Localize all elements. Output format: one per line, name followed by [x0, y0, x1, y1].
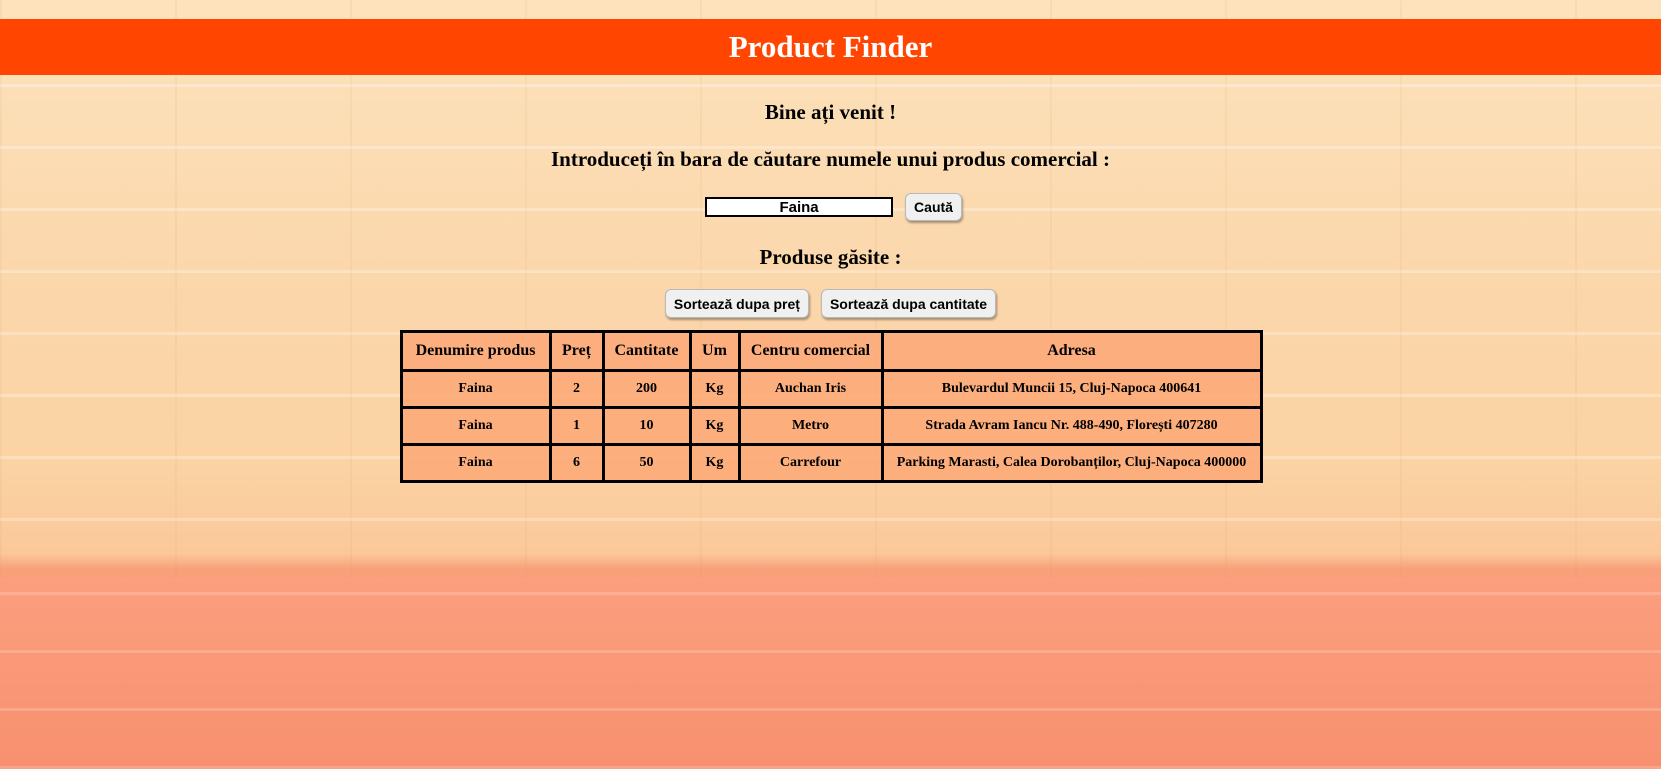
search-input[interactable]: [705, 197, 894, 217]
cell-price: 1: [548, 406, 605, 446]
cell-quantity: 50: [601, 443, 692, 483]
cell-address: Parking Marasti, Calea Dorobanților, Clu…: [880, 443, 1263, 483]
cell-address: Strada Avram Iancu Nr. 488-490, Florești…: [880, 406, 1263, 446]
column-header-shopping-center: Centru comercial: [737, 330, 884, 372]
cell-quantity: 200: [601, 369, 692, 409]
main-content: Bine ați venit ! Introduceți în bara de …: [0, 75, 1661, 483]
column-header-product-name: Denumire produs: [399, 330, 552, 372]
table-row: Faina 6 50 Kg Carrefour Parking Marasti,…: [399, 443, 1263, 483]
column-header-quantity: Cantitate: [601, 330, 692, 372]
cell-price: 6: [548, 443, 605, 483]
page-title: Product Finder: [728, 29, 933, 64]
cell-shopping-center: Auchan Iris: [737, 369, 884, 409]
search-instructions: Introduceți în bara de căutare numele un…: [550, 147, 1111, 171]
cell-shopping-center: Metro: [737, 406, 884, 446]
cell-shopping-center: Carrefour: [737, 443, 884, 483]
sort-controls: Sortează dupa preț Sortează dupa cantita…: [0, 289, 1661, 318]
sort-by-price-button[interactable]: Sortează dupa preț: [664, 289, 809, 318]
table-row: Faina 1 10 Kg Metro Strada Avram Iancu N…: [399, 406, 1263, 446]
cell-quantity: 10: [601, 406, 692, 446]
column-header-price: Preț: [548, 330, 605, 372]
cell-unit: Kg: [688, 369, 741, 409]
cell-product-name: Faina: [399, 406, 552, 446]
results-table: Denumire produs Preț Cantitate Um Centru…: [399, 330, 1263, 483]
column-header-address: Adresa: [880, 330, 1263, 372]
table-header-row: Denumire produs Preț Cantitate Um Centru…: [399, 330, 1263, 372]
cell-address: Bulevardul Muncii 15, Cluj-Napoca 400641: [880, 369, 1263, 409]
sort-by-quantity-button[interactable]: Sortează dupa cantitate: [820, 289, 997, 318]
cell-product-name: Faina: [399, 369, 552, 409]
search-button[interactable]: Caută: [905, 193, 962, 221]
cell-price: 2: [548, 369, 605, 409]
table-row: Faina 2 200 Kg Auchan Iris Bulevardul Mu…: [399, 369, 1263, 409]
welcome-message: Bine ați venit !: [764, 100, 897, 124]
header-bar: Product Finder: [0, 19, 1661, 75]
wall-background-bottom: [0, 578, 1661, 769]
column-header-unit: Um: [688, 330, 741, 372]
cell-unit: Kg: [688, 406, 741, 446]
cell-product-name: Faina: [399, 443, 552, 483]
cell-unit: Kg: [688, 443, 741, 483]
results-title: Produse găsite :: [759, 245, 902, 269]
search-bar: Caută: [0, 192, 1661, 222]
results-table-wrapper: Denumire produs Preț Cantitate Um Centru…: [0, 330, 1661, 483]
